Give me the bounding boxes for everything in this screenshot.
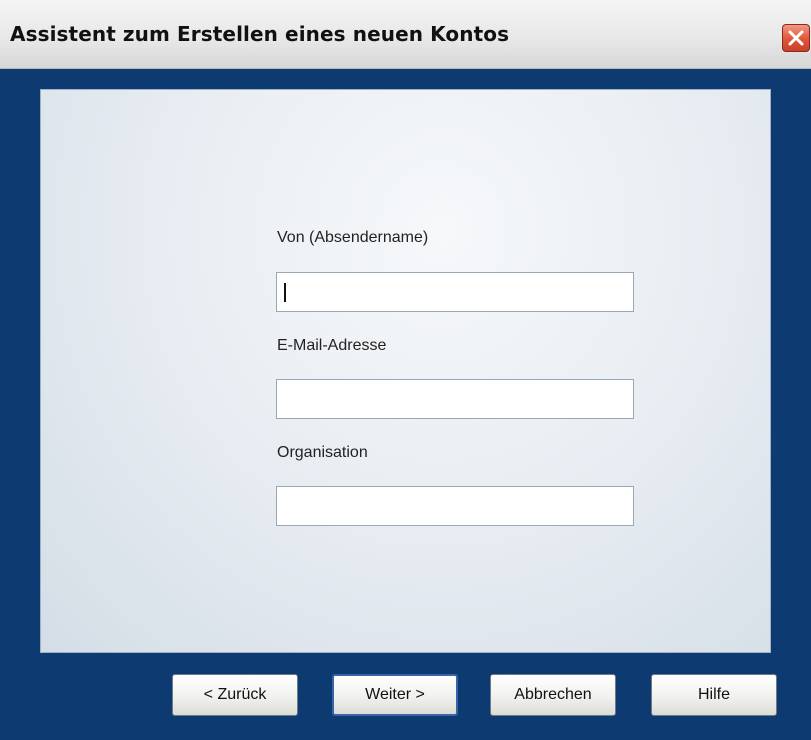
email-label: E-Mail-Adresse (277, 337, 387, 354)
back-button[interactable]: < Zurück (172, 674, 298, 716)
sender-name-field[interactable] (276, 272, 634, 312)
organization-field[interactable] (276, 486, 634, 526)
wizard-window: Assistent zum Erstellen eines neuen Kont… (0, 0, 811, 740)
wizard-panel: Von (Absendername) E-Mail-Adresse Organi… (40, 89, 771, 653)
close-button[interactable] (782, 24, 810, 52)
close-icon (788, 30, 804, 46)
window-title: Assistent zum Erstellen eines neuen Kont… (10, 22, 510, 46)
next-button[interactable]: Weiter > (332, 674, 458, 716)
email-field[interactable] (276, 379, 634, 419)
organization-label: Organisation (277, 444, 368, 461)
cancel-button[interactable]: Abbrechen (490, 674, 616, 716)
sender-name-label: Von (Absendername) (277, 229, 429, 246)
help-button[interactable]: Hilfe (651, 674, 777, 716)
text-cursor (284, 283, 286, 302)
title-bar: Assistent zum Erstellen eines neuen Kont… (0, 0, 811, 69)
